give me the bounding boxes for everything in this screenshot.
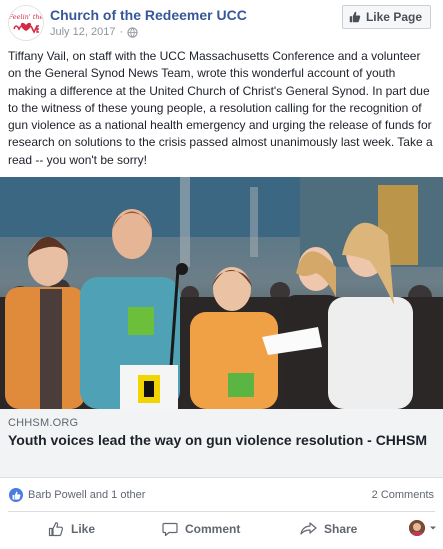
share-arrow-icon <box>300 522 317 535</box>
post-header: Feelin' the Church of the Redeemer UCC J… <box>0 0 443 44</box>
action-bar: Like Comment Share <box>0 512 443 549</box>
comment-label: Comment <box>185 522 241 536</box>
facebook-post-card: Feelin' the Church of the Redeemer UCC J… <box>0 0 443 549</box>
link-preview[interactable]: CHHSM.ORG Youth voices lead the way on g… <box>0 409 443 478</box>
like-label: Like <box>71 522 96 536</box>
globe-icon[interactable] <box>127 26 138 38</box>
like-page-label: Like Page <box>365 10 422 24</box>
comment-icon <box>162 522 178 537</box>
post-date[interactable]: July 12, 2017 <box>50 26 115 38</box>
user-avatar <box>409 520 425 536</box>
post-photo[interactable] <box>0 177 443 409</box>
share-label: Share <box>324 522 358 536</box>
reaction-profile-selector[interactable] <box>409 520 437 536</box>
page-name-link[interactable]: Church of the Redeemer UCC <box>50 7 247 23</box>
like-page-button[interactable]: Like Page <box>341 5 431 29</box>
page-avatar[interactable]: Feelin' the <box>8 5 44 41</box>
like-reaction-icon[interactable] <box>9 488 23 502</box>
user-avatar-image <box>409 520 425 536</box>
logo-text: Feelin' the <box>9 13 43 21</box>
reaction-names[interactable]: Barb Powell and 1 other <box>28 489 145 501</box>
thumbs-up-icon <box>48 522 64 537</box>
comment-button[interactable]: Comment <box>162 512 240 546</box>
like-button[interactable]: Like <box>48 512 95 546</box>
link-title[interactable]: Youth voices lead the way on gun violenc… <box>8 431 428 449</box>
thumbs-up-icon <box>349 11 361 23</box>
meta-separator: · <box>119 26 124 38</box>
link-domain: CHHSM.ORG <box>8 417 79 429</box>
share-button[interactable]: Share <box>300 512 357 546</box>
post-text: Tiffany Vail, on staff with the UCC Mass… <box>8 49 433 167</box>
page-logo-icon: Feelin' the <box>9 6 43 40</box>
chevron-down-icon <box>430 526 436 530</box>
post-meta: July 12, 2017 · <box>50 26 138 38</box>
thumbs-up-icon <box>12 491 20 499</box>
youth-at-microphone-photo <box>0 177 443 409</box>
comment-count[interactable]: 2 Comments <box>372 489 434 501</box>
reactions-bar: Barb Powell and 1 other 2 Comments <box>0 479 443 511</box>
